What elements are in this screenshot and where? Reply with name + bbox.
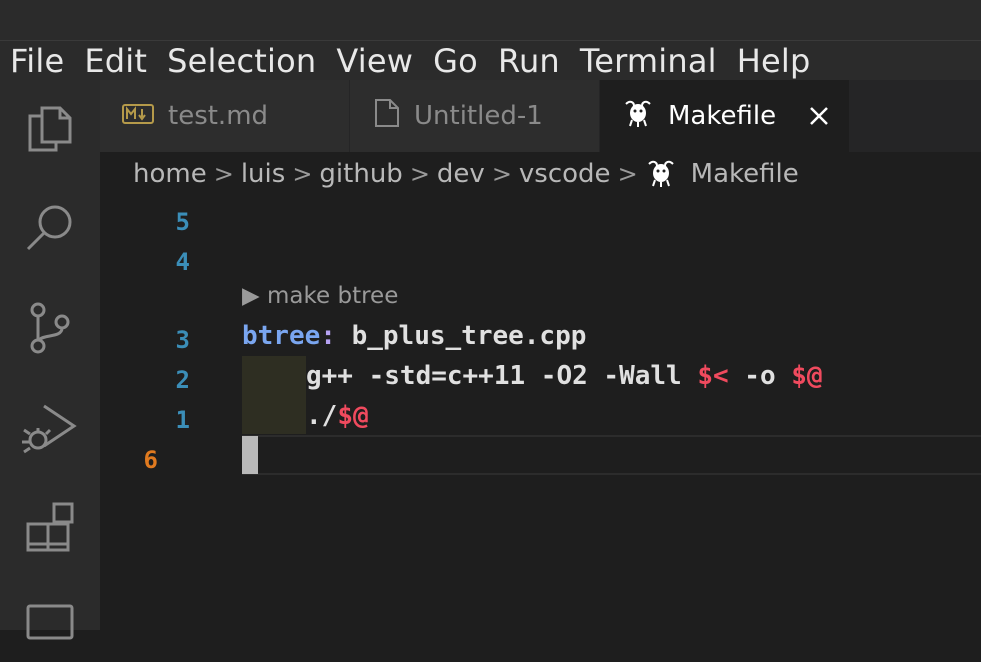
menu-go[interactable]: Go — [433, 41, 478, 81]
explorer-icon[interactable] — [20, 98, 80, 158]
chevron-right-icon: > — [617, 160, 638, 188]
breadcrumb-item[interactable]: Makefile — [691, 159, 799, 189]
breadcrumb-item[interactable]: dev — [437, 159, 485, 189]
current-line-highlight — [242, 435, 981, 475]
menu-edit[interactable]: Edit — [84, 41, 147, 81]
output-option: -o — [728, 361, 792, 391]
line-number: 4 — [175, 248, 190, 276]
code-line-run: ./$@ — [306, 401, 369, 431]
tab-indent-highlight — [242, 356, 306, 434]
file-icon — [374, 98, 400, 135]
chevron-right-icon: > — [491, 160, 512, 188]
chevron-right-icon: > — [292, 160, 313, 188]
play-icon: ▶ — [242, 283, 260, 309]
run-command: ./ — [306, 401, 338, 431]
target-colon: : — [320, 321, 336, 351]
source-control-icon[interactable] — [20, 298, 80, 358]
target-dependencies: b_plus_tree.cpp — [335, 321, 587, 351]
tab-bar: test.md Untitled-1 Makefile — [100, 80, 981, 152]
activity-bar — [0, 80, 100, 640]
breadcrumb-item[interactable]: github — [319, 159, 402, 189]
codelens-run-target[interactable]: ▶ make btree — [242, 283, 398, 309]
line-number: 3 — [175, 326, 190, 354]
menu-run[interactable]: Run — [498, 41, 560, 81]
tab-makefile[interactable]: Makefile — [600, 80, 850, 152]
auto-variable: $< — [697, 361, 729, 391]
gnu-icon — [645, 158, 677, 195]
text-cursor — [242, 436, 258, 474]
menu-file[interactable]: File — [10, 41, 64, 81]
menu-bar: File Edit Selection View Go Run Terminal… — [0, 40, 981, 80]
codelens-label: make btree — [267, 283, 399, 309]
compile-command: g++ -std=c++11 -O2 -Wall — [306, 361, 698, 391]
extensions-icon[interactable] — [20, 498, 80, 558]
make-target: btree — [242, 321, 321, 351]
menu-help[interactable]: Help — [737, 41, 811, 81]
window-titlebar — [0, 0, 981, 40]
tab-label: test.md — [168, 101, 269, 131]
chevron-right-icon: > — [409, 160, 430, 188]
breadcrumb-item[interactable]: luis — [241, 159, 285, 189]
code-editor[interactable]: 5 4 3 2 1 6 ▶ make btree btree: b_plus_t… — [100, 196, 981, 630]
search-icon[interactable] — [20, 198, 80, 258]
line-number: 1 — [175, 406, 190, 434]
gnu-icon — [622, 98, 654, 135]
current-line-number: 6 — [143, 446, 158, 474]
menu-terminal[interactable]: Terminal — [580, 41, 717, 81]
tab-test-md[interactable]: test.md — [100, 80, 350, 152]
tab-label: Makefile — [668, 101, 777, 131]
auto-variable: $@ — [337, 401, 369, 431]
menu-selection[interactable]: Selection — [167, 41, 316, 81]
breadcrumb-item[interactable]: home — [133, 159, 207, 189]
markdown-icon — [122, 101, 154, 131]
auto-variable: $@ — [791, 361, 823, 391]
tab-untitled-1[interactable]: Untitled-1 — [350, 80, 600, 152]
line-number: 5 — [175, 208, 190, 236]
tab-label: Untitled-1 — [414, 101, 543, 131]
breadcrumb: home > luis > github > dev > vscode > Ma… — [133, 152, 799, 196]
menu-view[interactable]: View — [336, 41, 413, 81]
chevron-right-icon: > — [213, 160, 234, 188]
breadcrumb-item[interactable]: vscode — [519, 159, 611, 189]
code-line-target: btree: b_plus_tree.cpp — [242, 321, 586, 351]
remote-explorer-icon[interactable] — [20, 598, 80, 658]
line-number: 2 — [175, 366, 190, 394]
close-icon[interactable] — [807, 104, 831, 128]
code-line-compile: g++ -std=c++11 -O2 -Wall $< -o $@ — [306, 361, 823, 391]
